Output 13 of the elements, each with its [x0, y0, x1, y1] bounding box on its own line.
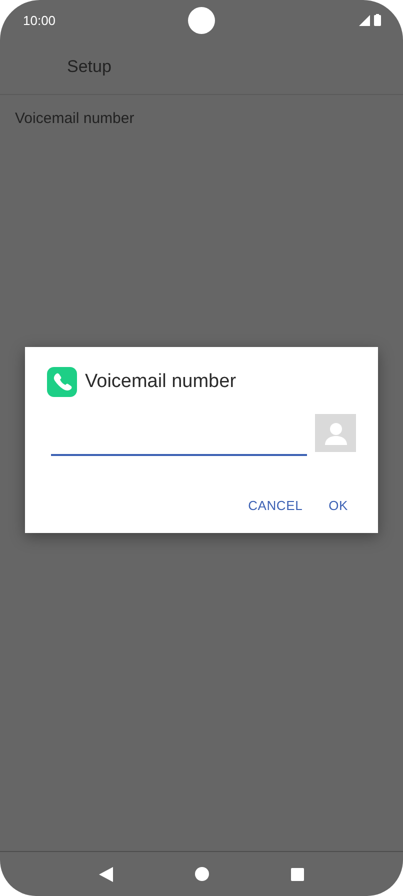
app-bar-title: Setup [67, 57, 112, 77]
ok-button[interactable]: OK [320, 492, 356, 519]
recents-icon[interactable] [291, 868, 304, 880]
camera-cutout [188, 7, 215, 34]
person-icon [324, 421, 346, 445]
dialog-title: Voicemail number [85, 371, 236, 393]
back-icon[interactable] [99, 866, 113, 882]
status-time: 10:00 [23, 12, 56, 28]
cancel-button[interactable]: CANCEL [240, 492, 311, 519]
home-icon[interactable] [195, 867, 209, 881]
signal-icon [359, 14, 370, 26]
phone-app-icon [47, 367, 77, 397]
battery-icon [374, 14, 381, 26]
